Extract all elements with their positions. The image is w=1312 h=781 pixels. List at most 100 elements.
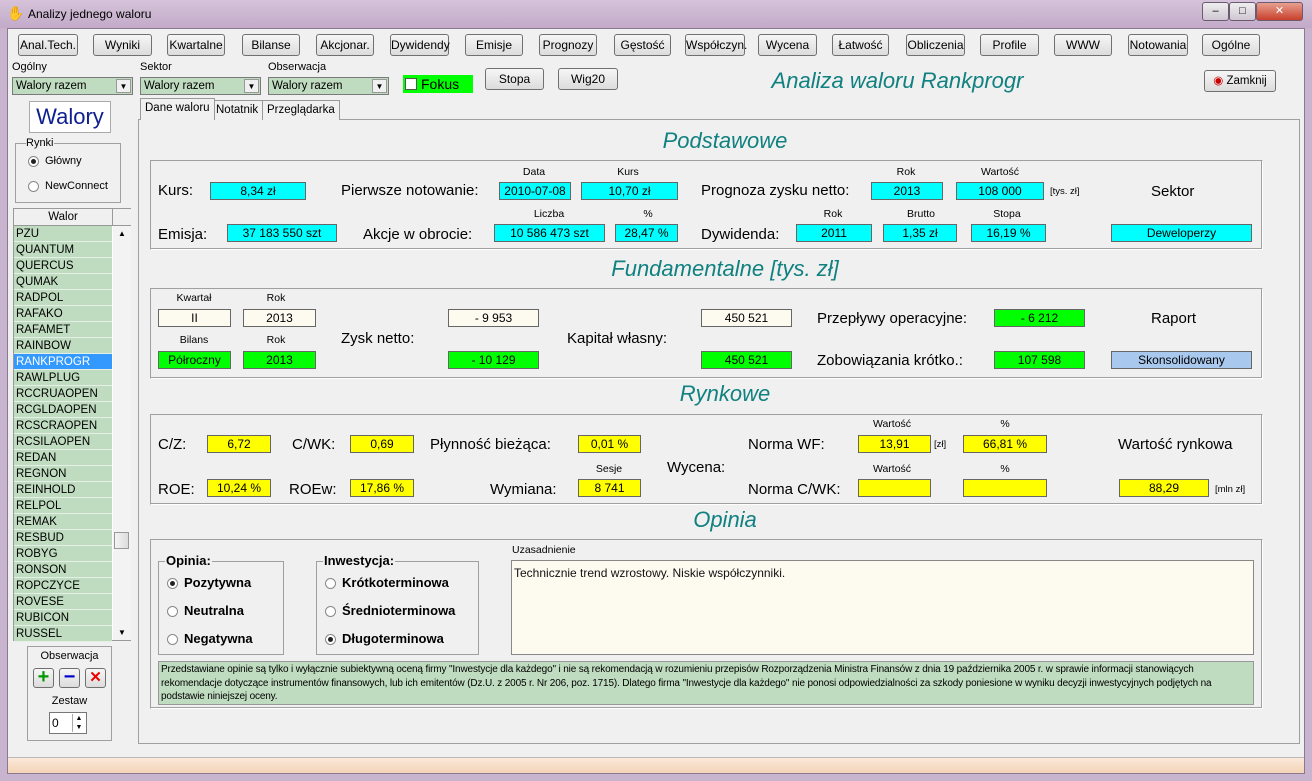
tab-przegladarka[interactable]: Przeglądarka bbox=[262, 100, 340, 120]
cz-field: 6,72 bbox=[207, 435, 271, 453]
inwestycja-srednio-radio[interactable]: Średnioterminowa bbox=[325, 603, 455, 618]
header-corner bbox=[113, 209, 131, 226]
inwestycja-krotko-radio[interactable]: Krótkoterminowa bbox=[325, 575, 449, 590]
radio-icon[interactable] bbox=[167, 606, 178, 618]
toolbar-button-gęstość[interactable]: Gęstość bbox=[614, 34, 671, 56]
list-item[interactable]: ROBYG bbox=[14, 546, 112, 562]
toolbar-button-akcjonar[interactable]: Akcjonar. bbox=[316, 34, 374, 56]
radio-icon[interactable] bbox=[167, 634, 178, 646]
toolbar-button-kwartalne[interactable]: Kwartalne bbox=[167, 34, 225, 56]
list-item[interactable]: RESBUD bbox=[14, 530, 112, 546]
radio-label: Długoterminowa bbox=[342, 631, 444, 646]
radio-selected-icon[interactable] bbox=[167, 578, 178, 590]
remove-observation-button[interactable]: − bbox=[59, 667, 80, 688]
radio-selected-icon[interactable] bbox=[28, 155, 39, 167]
list-item[interactable]: QUANTUM bbox=[14, 242, 112, 258]
obserwacja-group-label: Obserwacja bbox=[40, 650, 99, 662]
przeplywy-field: - 6 212 bbox=[994, 309, 1085, 327]
list-item[interactable]: RADPOL bbox=[14, 290, 112, 306]
zamknij-button[interactable]: ◉ Zamknij bbox=[1204, 70, 1276, 92]
delete-observation-button[interactable]: ✕ bbox=[85, 668, 106, 688]
rynki-glowny-radio[interactable]: Główny bbox=[28, 155, 82, 167]
list-item[interactable]: RCGLDAOPEN bbox=[14, 402, 112, 418]
toolbar-button-wyniki[interactable]: Wyniki bbox=[93, 34, 152, 56]
toolbar-button-dywidendy[interactable]: Dywidendy bbox=[390, 34, 450, 56]
radio-icon[interactable] bbox=[325, 578, 336, 590]
section-title-podstawowe: Podstawowe bbox=[662, 128, 788, 153]
radio-selected-icon[interactable] bbox=[325, 634, 336, 646]
stepper-arrows-icon[interactable]: ▲ ▼ bbox=[72, 714, 85, 732]
list-item[interactable]: ROVESE bbox=[14, 594, 112, 610]
list-item[interactable]: REMAK bbox=[14, 514, 112, 530]
zestaw-stepper[interactable]: 0 ▲ ▼ bbox=[49, 712, 87, 734]
zysk-netto-1-field: - 9 953 bbox=[448, 309, 539, 327]
scroll-up-icon[interactable]: ▲ bbox=[118, 229, 126, 238]
list-item[interactable]: RAFAMET bbox=[14, 322, 112, 338]
stopa-button[interactable]: Stopa bbox=[485, 68, 544, 90]
chevron-down-icon[interactable]: ▼ bbox=[372, 79, 387, 93]
radio-icon[interactable] bbox=[28, 180, 39, 192]
wig20-button[interactable]: Wig20 bbox=[558, 68, 618, 90]
radio-icon[interactable] bbox=[325, 606, 336, 618]
list-item[interactable]: RAWLPLUG bbox=[14, 370, 112, 386]
list-item[interactable]: ROPCZYCE bbox=[14, 578, 112, 594]
status-bar bbox=[8, 757, 1304, 773]
list-item[interactable]: RELPOL bbox=[14, 498, 112, 514]
toolbar-button-bilanse[interactable]: Bilanse bbox=[242, 34, 300, 56]
walor-list[interactable]: Walor PZU QUANTUM QUERCUS QUMAK RADPOL RAFAKO… bbox=[13, 208, 131, 642]
list-item[interactable]: RCCRUAOPEN bbox=[14, 386, 112, 402]
maximize-button[interactable]: □ bbox=[1229, 2, 1256, 21]
inwestycja-dlugo-radio[interactable]: Długoterminowa bbox=[325, 631, 444, 646]
uzasadnienie-textarea[interactable]: Technicznie trend wzrostowy. Niskie wspó… bbox=[511, 560, 1254, 655]
toolbar-button-współczyn[interactable]: Współczyn. bbox=[685, 34, 747, 56]
list-item[interactable]: REGNON bbox=[14, 466, 112, 482]
opinia-negatywna-radio[interactable]: Negatywna bbox=[167, 631, 253, 646]
minimize-button[interactable]: – bbox=[1202, 2, 1229, 21]
wartosc-header: Wartość bbox=[980, 166, 1020, 178]
list-item[interactable]: RUSSEL bbox=[14, 626, 112, 642]
list-item[interactable]: RUBICON bbox=[14, 610, 112, 626]
toolbar-button-www[interactable]: WWW bbox=[1054, 34, 1112, 56]
toolbar-button-łatwość[interactable]: Łatwość bbox=[832, 34, 889, 56]
list-item[interactable]: RONSON bbox=[14, 562, 112, 578]
scrollbar-thumb[interactable] bbox=[114, 532, 129, 549]
list-item[interactable]: RCSCRAOPEN bbox=[14, 418, 112, 434]
tab-notatnik[interactable]: Notatnik bbox=[211, 100, 264, 120]
list-item[interactable]: PZU bbox=[14, 226, 112, 242]
list-item[interactable]: RAFAKO bbox=[14, 306, 112, 322]
list-item[interactable]: QUMAK bbox=[14, 274, 112, 290]
toolbar-button-anal-tech[interactable]: Anal.Tech. bbox=[18, 34, 78, 56]
fokus-checkbox[interactable]: Fokus bbox=[403, 75, 473, 93]
kurs-header: Kurs bbox=[617, 166, 639, 178]
opinia-neutralna-radio[interactable]: Neutralna bbox=[167, 603, 244, 618]
tab-dane-waloru[interactable]: Dane waloru bbox=[140, 98, 215, 120]
toolbar-button-notowania[interactable]: Notowania bbox=[1128, 34, 1188, 56]
toolbar-button-profile[interactable]: Profile bbox=[980, 34, 1039, 56]
opinia-pozytywna-radio[interactable]: Pozytywna bbox=[167, 575, 251, 590]
list-item[interactable]: RANKPROGR bbox=[14, 354, 112, 370]
checkbox-box[interactable] bbox=[405, 78, 417, 90]
toolbar-button-wycena[interactable]: Wycena bbox=[758, 34, 817, 56]
pct-header: % bbox=[1000, 463, 1010, 475]
chevron-down-icon[interactable]: ▼ bbox=[244, 79, 259, 93]
ogolny-select[interactable]: Walory razem ▼ bbox=[12, 77, 133, 95]
list-item[interactable]: RCSILAOPEN bbox=[14, 434, 112, 450]
add-observation-button[interactable]: + bbox=[33, 667, 54, 688]
dyw-rok-field: 2011 bbox=[796, 224, 872, 242]
toolbar-button-ogólne[interactable]: Ogólne bbox=[1202, 34, 1260, 56]
list-item[interactable]: RAINBOW bbox=[14, 338, 112, 354]
list-item[interactable]: REINHOLD bbox=[14, 482, 112, 498]
toolbar-button-emisje[interactable]: Emisje bbox=[465, 34, 523, 56]
walor-column-header[interactable]: Walor bbox=[14, 209, 113, 226]
toolbar-button-obliczenia[interactable]: Obliczenia bbox=[906, 34, 965, 56]
list-item[interactable]: REDAN bbox=[14, 450, 112, 466]
sektor-select[interactable]: Walory razem ▼ bbox=[140, 77, 261, 95]
close-window-button[interactable]: ✕ bbox=[1256, 2, 1303, 21]
list-scrollbar[interactable]: ▲ ▼ bbox=[113, 226, 131, 640]
scroll-down-icon[interactable]: ▼ bbox=[118, 628, 126, 637]
toolbar-button-prognozy[interactable]: Prognozy bbox=[539, 34, 597, 56]
list-item[interactable]: QUERCUS bbox=[14, 258, 112, 274]
rynki-newconnect-radio[interactable]: NewConnect bbox=[28, 180, 108, 192]
obserwacja-select[interactable]: Walory razem ▼ bbox=[268, 77, 389, 95]
chevron-down-icon[interactable]: ▼ bbox=[116, 79, 131, 93]
